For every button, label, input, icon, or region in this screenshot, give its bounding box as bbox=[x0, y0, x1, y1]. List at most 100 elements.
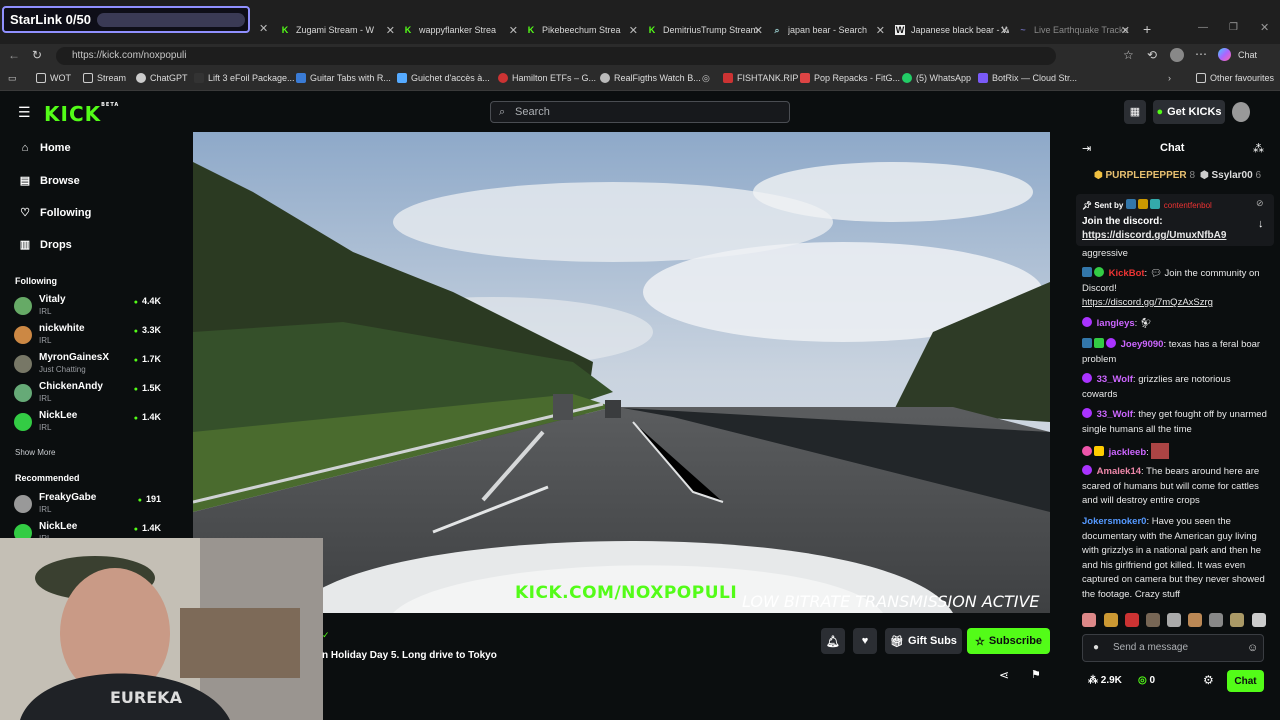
close-icon[interactable]: ✕ bbox=[754, 24, 763, 37]
browser-tab[interactable]: ⌕ japan bear - Search ✕ bbox=[772, 19, 885, 41]
bookmark[interactable]: RealFigths Watch B... bbox=[600, 73, 701, 83]
settings-icon[interactable]: ⚙ bbox=[1203, 673, 1214, 687]
close-icon[interactable]: ✕ bbox=[876, 24, 885, 37]
emote-icon[interactable] bbox=[1230, 613, 1244, 627]
browser-tab[interactable]: K Pikebeechum Strea ✕ bbox=[526, 19, 638, 41]
emote-icon[interactable] bbox=[1167, 613, 1181, 627]
sidebar-channel[interactable]: MyronGainesXJust Chatting1.7K bbox=[14, 352, 164, 378]
subscribe-button[interactable]: ☆ Subscribe bbox=[967, 628, 1050, 654]
kick-logo[interactable]: KICKBETA bbox=[44, 102, 119, 126]
nav-home[interactable]: ⌂ Home bbox=[18, 142, 71, 154]
bookmark[interactable]: Guitar Tabs with R... bbox=[296, 73, 391, 83]
show-more-link[interactable]: Show More bbox=[15, 448, 55, 457]
minimize-icon[interactable]: — bbox=[1198, 22, 1208, 33]
emote-icon[interactable] bbox=[1209, 613, 1223, 627]
bookmark[interactable]: Other favourites bbox=[1196, 73, 1274, 83]
nav-browse[interactable]: ▤ Browse bbox=[18, 174, 80, 188]
browser-tab[interactable]: Kwappyflanker Strea ✕ bbox=[403, 19, 518, 41]
close-icon[interactable]: ✕ bbox=[259, 22, 268, 35]
emote-icon[interactable] bbox=[1146, 613, 1160, 627]
pinned-link[interactable]: https://discord.gg/UmuxNfbA9 bbox=[1082, 230, 1226, 241]
sidebar-channel[interactable]: NickLeeIRL1.4K bbox=[14, 410, 164, 436]
kick-favicon-icon: K bbox=[404, 25, 412, 35]
close-window-icon[interactable]: ✕ bbox=[1260, 21, 1269, 34]
heart-icon: ♡ bbox=[20, 207, 30, 219]
bookmark[interactable]: Guichet d'accès à... bbox=[397, 73, 490, 83]
browser-tab[interactable]: K DemitriusTrump Stream ✕ bbox=[647, 19, 763, 41]
notifications-button[interactable]: 🔔︎ bbox=[821, 628, 845, 654]
search-input[interactable]: ⌕ Search bbox=[490, 101, 790, 123]
nav-following[interactable]: ♡ Following bbox=[18, 206, 91, 220]
bookmark[interactable]: FISHTANK.RIP bbox=[723, 73, 798, 83]
browser-tab[interactable]: ~ Live Earthquake Tracke ✕ bbox=[1018, 19, 1130, 41]
history-icon[interactable]: ⟲ bbox=[1147, 48, 1157, 62]
close-icon[interactable]: ✕ bbox=[1121, 24, 1130, 37]
sidebar-channel[interactable]: nickwhiteIRL3.3K bbox=[14, 323, 164, 349]
bookmarks-menu-icon[interactable]: ▭ bbox=[8, 73, 17, 84]
browser-tab[interactable]: K Zugami Stream - W ✕ bbox=[280, 19, 395, 41]
emote-icon[interactable] bbox=[1188, 613, 1202, 627]
sidebar-channel[interactable]: VitalyIRL4.4K bbox=[14, 294, 164, 320]
folder-icon bbox=[1196, 73, 1206, 83]
browser-tab[interactable]: W Japanese black bear - W ✕ bbox=[895, 19, 1009, 41]
send-message-input[interactable]: ● Send a message ☺ bbox=[1082, 634, 1264, 662]
close-icon[interactable]: ✕ bbox=[386, 24, 395, 37]
chat-message: KickBot: 💬︎ Join the community on Discor… bbox=[1082, 267, 1260, 308]
browser-tab-bar: StarLink 0/50 ✕ K Zugami Stream - W ✕ Kwap… bbox=[0, 0, 1280, 44]
chat-link[interactable]: https://discord.gg/7mQzAxSzrg bbox=[1082, 297, 1213, 308]
emoji-icon[interactable]: ☺ bbox=[1247, 635, 1258, 661]
report-icon[interactable]: ⚑ bbox=[1031, 668, 1041, 681]
close-icon[interactable]: ✕ bbox=[629, 24, 638, 37]
more-menu-icon[interactable]: ⋯ bbox=[1195, 47, 1207, 61]
close-icon[interactable]: ✕ bbox=[1000, 24, 1009, 37]
chat-message: langleys: 🐓︎ bbox=[1082, 317, 1268, 332]
stream-title: n Holiday Day 5. Long drive to Tokyo bbox=[322, 650, 497, 661]
badge-icon bbox=[1137, 199, 1148, 209]
nav-drops[interactable]: ▥ Drops bbox=[18, 238, 72, 252]
top-gifter: ⬢ PURPLEPEPPER 8 bbox=[1094, 170, 1195, 181]
menu-icon[interactable]: ☰ bbox=[18, 104, 31, 121]
badge-icon bbox=[1106, 338, 1116, 348]
user-avatar[interactable] bbox=[1232, 102, 1250, 122]
bookmark[interactable]: Hamilton ETFs – G... bbox=[498, 73, 596, 83]
fishtank-icon bbox=[723, 73, 733, 83]
chat-badge-icon: ● bbox=[1093, 642, 1100, 653]
favorites-icon[interactable]: ☆ bbox=[1123, 48, 1134, 62]
sidebar-channel[interactable]: ChickenAndyIRL1.5K bbox=[14, 381, 164, 407]
avatar bbox=[14, 384, 32, 402]
chevron-right-icon[interactable]: › bbox=[1168, 73, 1171, 83]
url-field[interactable]: https://kick.com/noxpopuli bbox=[56, 47, 1056, 65]
gift-subs-button[interactable]: 🎁︎ Gift Subs bbox=[885, 628, 962, 654]
share-icon[interactable]: ⋖ bbox=[999, 668, 1009, 682]
close-icon[interactable]: ✕ bbox=[509, 24, 518, 37]
profile-avatar[interactable] bbox=[1170, 48, 1184, 62]
library-icon[interactable]: ▦ bbox=[1124, 100, 1146, 124]
emote-icon[interactable] bbox=[1104, 613, 1118, 627]
expand-icon[interactable]: ↓ bbox=[1258, 218, 1264, 230]
reload-icon[interactable]: ↻ bbox=[32, 48, 42, 62]
back-icon[interactable]: ← bbox=[8, 48, 20, 62]
get-kicks-button[interactable]: ● Get KICKs bbox=[1153, 100, 1225, 124]
globe-icon[interactable]: ◎ bbox=[702, 73, 710, 84]
emote-icon[interactable] bbox=[1252, 613, 1266, 627]
bookmark[interactable]: Stream bbox=[83, 73, 126, 83]
chat-send-button[interactable]: Chat bbox=[1227, 670, 1264, 692]
bookmark[interactable]: WOT bbox=[36, 73, 71, 83]
bookmark[interactable]: Lift 3 eFoil Package... bbox=[194, 73, 295, 83]
browser-chat-label[interactable]: Chat bbox=[1238, 50, 1257, 60]
chat-users-icon[interactable]: ⁂ bbox=[1253, 142, 1264, 155]
emote-icon[interactable] bbox=[1082, 613, 1096, 627]
collapse-chat-icon[interactable]: ⇥ bbox=[1082, 142, 1091, 155]
bookmark[interactable]: ChatGPT bbox=[136, 73, 188, 83]
unpin-icon[interactable]: ⊘ bbox=[1256, 198, 1264, 209]
sidebar-channel[interactable]: FreakyGabeIRL191 bbox=[14, 492, 164, 518]
new-tab-icon[interactable]: + bbox=[1143, 21, 1151, 37]
bookmark[interactable]: (5) WhatsApp bbox=[902, 73, 971, 83]
follow-button[interactable]: ♥ bbox=[853, 628, 877, 654]
bookmark[interactable]: Pop Repacks - FitG... bbox=[800, 73, 900, 83]
emote-icon[interactable] bbox=[1125, 613, 1139, 627]
restore-icon[interactable]: ❐ bbox=[1229, 22, 1238, 33]
copilot-icon[interactable] bbox=[1218, 48, 1231, 61]
bookmark[interactable]: BotRix — Cloud Str... bbox=[978, 73, 1077, 83]
channel-url-overlay: KICK.COM/NOXPOPULI bbox=[515, 583, 738, 603]
